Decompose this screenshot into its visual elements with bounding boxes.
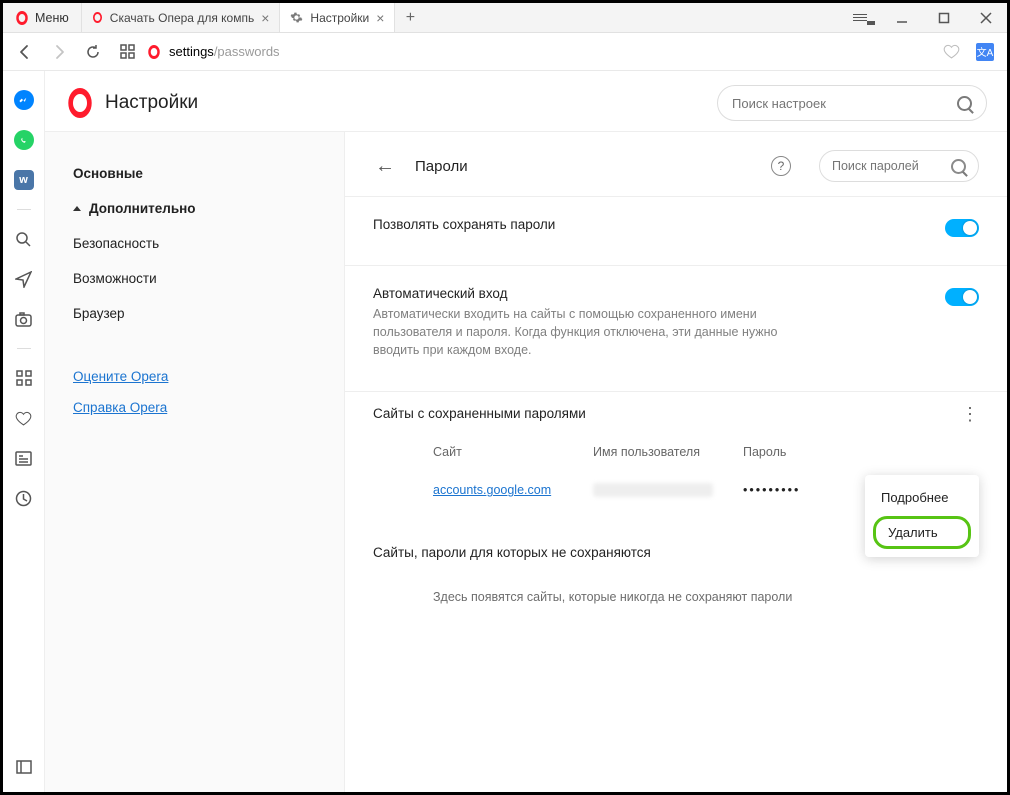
allow-save-toggle[interactable]	[945, 219, 979, 237]
sidebar-rail: w	[3, 71, 45, 792]
help-icon[interactable]: ?	[771, 156, 791, 176]
camera-icon[interactable]	[13, 308, 35, 330]
search-icon[interactable]	[13, 228, 35, 250]
opera-logo-icon	[68, 88, 91, 118]
password-masked: •••••••••	[743, 483, 863, 497]
titlebar: Меню Скачать Опера для компь × Настройки…	[3, 3, 1007, 33]
translate-icon[interactable]: 文A	[971, 38, 999, 66]
section-title: Пароли	[415, 158, 753, 175]
address-bar[interactable]: settings/passwords	[147, 38, 931, 66]
bookmark-icon[interactable]	[937, 38, 965, 66]
whatsapp-icon[interactable]	[13, 129, 35, 151]
settings-content: ← Пароли ? Позволять сохранять пароли	[345, 131, 1007, 792]
auto-signin-desc: Автоматически входить на сайты с помощью…	[373, 305, 793, 359]
expand-rail-icon[interactable]	[13, 756, 35, 778]
settings-header: Настройки	[45, 71, 1007, 131]
col-pass: Пароль	[743, 445, 863, 459]
never-save-empty: Здесь появятся сайты, которые никогда не…	[373, 574, 979, 620]
reload-button[interactable]	[79, 38, 107, 66]
nav-help-opera[interactable]: Справка Opera	[69, 392, 328, 423]
opera-icon	[16, 11, 27, 25]
send-icon[interactable]	[13, 268, 35, 290]
window-controls	[839, 3, 1007, 32]
tab-title: Настройки	[310, 11, 369, 25]
chevron-up-icon	[73, 206, 81, 211]
close-icon[interactable]: ×	[376, 10, 384, 26]
auto-signin-title: Автоматический вход	[373, 286, 929, 301]
maximize-button[interactable]	[923, 3, 965, 33]
nav-advanced-label: Дополнительно	[89, 201, 196, 216]
tab-0[interactable]: Скачать Опера для компь ×	[82, 3, 281, 32]
search-icon	[957, 96, 972, 111]
menu-label: Меню	[35, 11, 69, 25]
menu-details[interactable]: Подробнее	[865, 481, 979, 514]
tab-title: Скачать Опера для компь	[110, 11, 254, 25]
close-window-button[interactable]	[965, 3, 1007, 33]
auto-signin-row[interactable]: Автоматический вход Автоматически входит…	[373, 266, 979, 383]
speed-dial-button[interactable]	[113, 38, 141, 66]
divider	[17, 348, 31, 349]
password-row[interactable]: accounts.google.com ••••••••• Подробнее …	[373, 469, 979, 511]
back-button[interactable]	[11, 38, 39, 66]
opera-icon	[148, 45, 159, 59]
row-context-menu: Подробнее Удалить	[865, 475, 979, 557]
nav-advanced[interactable]: Дополнительно	[69, 191, 328, 226]
passwords-search-input[interactable]	[832, 159, 943, 173]
heart-icon[interactable]	[13, 407, 35, 429]
passwords-search[interactable]	[819, 150, 979, 182]
close-icon[interactable]: ×	[261, 10, 269, 26]
tab-1[interactable]: Настройки ×	[280, 3, 395, 32]
opera-menu-button[interactable]: Меню	[3, 3, 82, 32]
nav-features[interactable]: Возможности	[69, 261, 328, 296]
history-icon[interactable]	[13, 487, 35, 509]
settings-search[interactable]	[717, 85, 987, 121]
col-user: Имя пользователя	[593, 445, 743, 459]
nav-rate-opera[interactable]: Оцените Opera	[69, 361, 328, 392]
auto-signin-toggle[interactable]	[945, 288, 979, 306]
forward-button[interactable]	[45, 38, 73, 66]
nav-browser[interactable]: Браузер	[69, 296, 328, 331]
news-icon[interactable]	[13, 447, 35, 469]
settings-search-input[interactable]	[732, 96, 947, 111]
table-header: Сайт Имя пользователя Пароль	[373, 435, 979, 469]
minimize-button[interactable]	[881, 3, 923, 33]
more-icon[interactable]: ⋮	[961, 408, 979, 420]
nav-basic[interactable]: Основные	[69, 156, 328, 191]
gear-icon	[290, 11, 303, 24]
settings-nav: Основные Дополнительно Безопасность Возм…	[45, 131, 345, 792]
site-link[interactable]: accounts.google.com	[433, 483, 593, 497]
url-host: settings	[169, 44, 214, 59]
username-redacted	[593, 483, 713, 497]
search-icon	[951, 159, 966, 174]
allow-save-passwords-row[interactable]: Позволять сохранять пароли	[373, 197, 979, 257]
allow-save-label: Позволять сохранять пароли	[373, 217, 929, 232]
back-arrow-button[interactable]: ←	[373, 155, 397, 178]
opera-icon	[93, 12, 102, 23]
col-site: Сайт	[433, 445, 593, 459]
messenger-icon[interactable]	[13, 89, 35, 111]
url-path: /passwords	[214, 44, 280, 59]
vk-icon[interactable]: w	[13, 169, 35, 191]
nav-security[interactable]: Безопасность	[69, 226, 328, 261]
easy-setup-button[interactable]	[839, 3, 881, 33]
saved-sites-heading: Сайты с сохраненными паролями ⋮	[373, 406, 979, 421]
menu-delete[interactable]: Удалить	[873, 516, 971, 549]
apps-icon[interactable]	[13, 367, 35, 389]
toolbar: settings/passwords 文A	[3, 33, 1007, 71]
new-tab-button[interactable]: +	[395, 3, 425, 32]
page-title: Настройки	[105, 92, 717, 114]
divider	[17, 209, 31, 210]
